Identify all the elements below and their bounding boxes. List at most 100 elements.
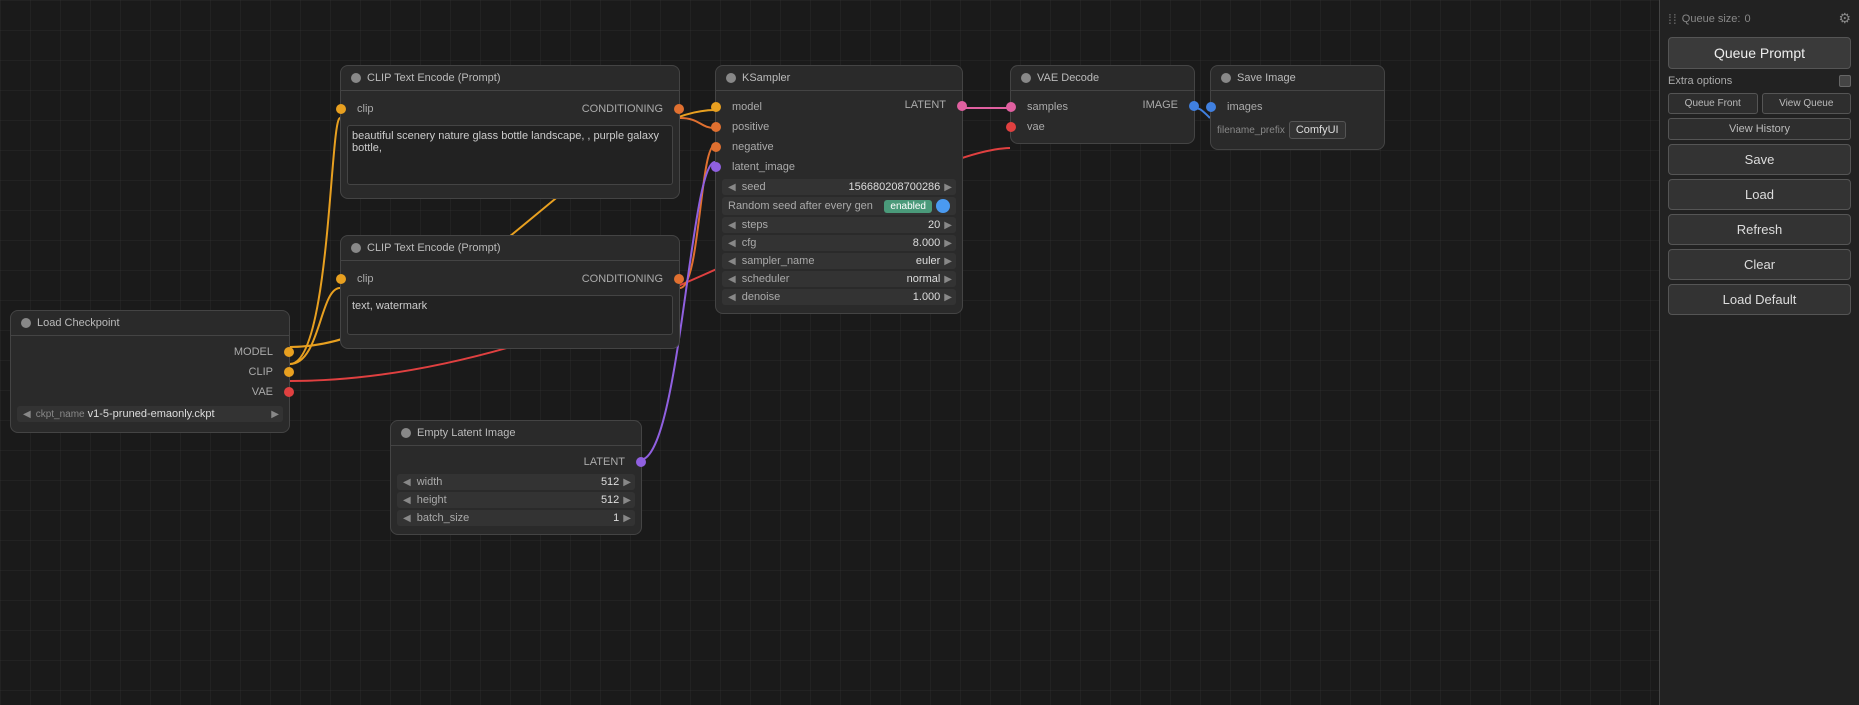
scheduler-arrow-left[interactable]: ◀: [726, 274, 738, 285]
negative-prompt-textarea[interactable]: text, watermark: [347, 295, 673, 335]
random-seed-toggle-dot[interactable]: [936, 199, 950, 213]
view-history-button[interactable]: View History: [1668, 118, 1851, 140]
gear-icon[interactable]: ⚙: [1838, 10, 1851, 27]
port-images-label: images: [1221, 101, 1268, 113]
width-label: width: [413, 476, 601, 488]
port-clip-in-connector: [336, 104, 346, 114]
denoise-arrow-right[interactable]: ▶: [944, 292, 952, 303]
view-queue-button[interactable]: View Queue: [1762, 93, 1852, 114]
width-arrow-left[interactable]: ◀: [401, 477, 413, 488]
port-negative-in-label: negative: [726, 141, 780, 153]
seed-arrow-right[interactable]: ▶: [944, 182, 952, 193]
node-status-dot-save: [1221, 73, 1231, 83]
node-header-empty-latent: Empty Latent Image: [391, 421, 641, 446]
batch-size-field[interactable]: ◀ batch_size 1 ▶: [397, 510, 635, 526]
port-negative-in: negative: [716, 137, 801, 157]
seed-field[interactable]: ◀ seed 156680208700286 ▶: [722, 179, 956, 195]
width-field[interactable]: ◀ width 512 ▶: [397, 474, 635, 490]
empty-latent-node: Empty Latent Image LATENT ◀ width 512 ▶ …: [390, 420, 642, 535]
port-model-in: model: [716, 97, 801, 117]
scheduler-field[interactable]: ◀ scheduler normal ▶: [722, 271, 956, 287]
queue-front-button[interactable]: Queue Front: [1668, 93, 1758, 114]
height-field[interactable]: ◀ height 512 ▶: [397, 492, 635, 508]
port-clip: CLIP: [11, 362, 289, 382]
node-title-empty-latent: Empty Latent Image: [417, 427, 515, 439]
cfg-value: 8.000: [913, 237, 941, 249]
node-header-clip-negative: CLIP Text Encode (Prompt): [341, 236, 679, 261]
height-arrow-left[interactable]: ◀: [401, 495, 413, 506]
port-clip-in-label: clip: [351, 103, 380, 115]
port-vae-label: VAE: [246, 386, 279, 398]
port-in-clip-negative: clip: [341, 269, 380, 289]
scheduler-arrow-right[interactable]: ▶: [944, 274, 952, 285]
port-latent-in-connector: [711, 162, 721, 172]
node-body-load-checkpoint: MODEL CLIP VAE ◀ ckpt_name v1-5-pruned-e…: [11, 336, 289, 432]
node-status-dot: [21, 318, 31, 328]
port-samples-label: samples: [1021, 101, 1074, 113]
sampler-name-field[interactable]: ◀ sampler_name euler ▶: [722, 253, 956, 269]
port-clip-in-connector-neg: [336, 274, 346, 284]
load-default-button[interactable]: Load Default: [1668, 284, 1851, 315]
port-vae-decode-connector: [1006, 122, 1016, 132]
ckpt-arrow-right[interactable]: ▶: [271, 409, 279, 420]
node-body-save-image: images filename_prefix ComfyUI: [1211, 91, 1384, 149]
node-header-vae-decode: VAE Decode: [1011, 66, 1194, 91]
scheduler-value: normal: [907, 273, 941, 285]
cfg-arrow-left[interactable]: ◀: [726, 238, 738, 249]
node-header-save-image: Save Image: [1211, 66, 1384, 91]
width-value: 512: [601, 476, 619, 488]
port-clip-connector: [284, 367, 294, 377]
denoise-field[interactable]: ◀ denoise 1.000 ▶: [722, 289, 956, 305]
save-button[interactable]: Save: [1668, 144, 1851, 175]
steps-arrow-right[interactable]: ▶: [944, 220, 952, 231]
node-title-clip-negative: CLIP Text Encode (Prompt): [367, 242, 501, 254]
node-header-ksampler: KSampler: [716, 66, 962, 91]
steps-label: steps: [738, 219, 928, 231]
batch-size-label: batch_size: [413, 512, 613, 524]
filename-prefix-value[interactable]: ComfyUI: [1289, 121, 1346, 139]
steps-value: 20: [928, 219, 940, 231]
port-conditioning-out-label-neg: CONDITIONING: [576, 273, 669, 285]
denoise-label: denoise: [738, 291, 913, 303]
ckpt-arrow-left[interactable]: ◀: [21, 409, 33, 420]
port-vae-decode-label: vae: [1021, 121, 1051, 133]
port-model-label: MODEL: [228, 346, 279, 358]
port-vae-decode-in: vae: [1011, 117, 1074, 137]
batch-arrow-right[interactable]: ▶: [623, 513, 631, 524]
port-latent-out-connector: [957, 101, 967, 111]
port-model: MODEL: [11, 342, 289, 362]
port-image-out-connector: [1189, 101, 1199, 111]
extra-options-checkbox[interactable]: [1839, 75, 1851, 87]
sampler-arrow-right[interactable]: ▶: [944, 256, 952, 267]
seed-arrow-left[interactable]: ◀: [726, 182, 738, 193]
ckpt-name-field[interactable]: ◀ ckpt_name v1-5-pruned-emaonly.ckpt ▶: [17, 406, 283, 422]
refresh-button[interactable]: Refresh: [1668, 214, 1851, 245]
positive-prompt-textarea[interactable]: beautiful scenery nature glass bottle la…: [347, 125, 673, 185]
cfg-label: cfg: [738, 237, 913, 249]
node-body-clip-positive: clip CONDITIONING beautiful scenery natu…: [341, 91, 679, 198]
sampler-name-value: euler: [916, 255, 940, 267]
port-in-clip-positive: clip: [341, 99, 380, 119]
clear-button[interactable]: Clear: [1668, 249, 1851, 280]
queue-prompt-button[interactable]: Queue Prompt: [1668, 37, 1851, 69]
denoise-arrow-left[interactable]: ◀: [726, 292, 738, 303]
port-out-conditioning-negative: CONDITIONING: [576, 269, 679, 289]
steps-field[interactable]: ◀ steps 20 ▶: [722, 217, 956, 233]
height-value: 512: [601, 494, 619, 506]
port-images-connector: [1206, 102, 1216, 112]
sampler-arrow-left[interactable]: ◀: [726, 256, 738, 267]
height-arrow-right[interactable]: ▶: [623, 495, 631, 506]
port-images-in: images: [1211, 97, 1384, 117]
batch-arrow-left[interactable]: ◀: [401, 513, 413, 524]
width-arrow-right[interactable]: ▶: [623, 477, 631, 488]
ksampler-node: KSampler model positive negative la: [715, 65, 963, 314]
cfg-field[interactable]: ◀ cfg 8.000 ▶: [722, 235, 956, 251]
cfg-arrow-right[interactable]: ▶: [944, 238, 952, 249]
load-checkpoint-node: Load Checkpoint MODEL CLIP VAE ◀ ckpt_na…: [10, 310, 290, 433]
steps-arrow-left[interactable]: ◀: [726, 220, 738, 231]
ckpt-value: v1-5-pruned-emaonly.ckpt: [88, 408, 272, 420]
node-title-clip-positive: CLIP Text Encode (Prompt): [367, 72, 501, 84]
random-seed-toggle[interactable]: Random seed after every gen enabled: [722, 197, 956, 215]
load-button[interactable]: Load: [1668, 179, 1851, 210]
port-conditioning-out-label: CONDITIONING: [576, 103, 669, 115]
